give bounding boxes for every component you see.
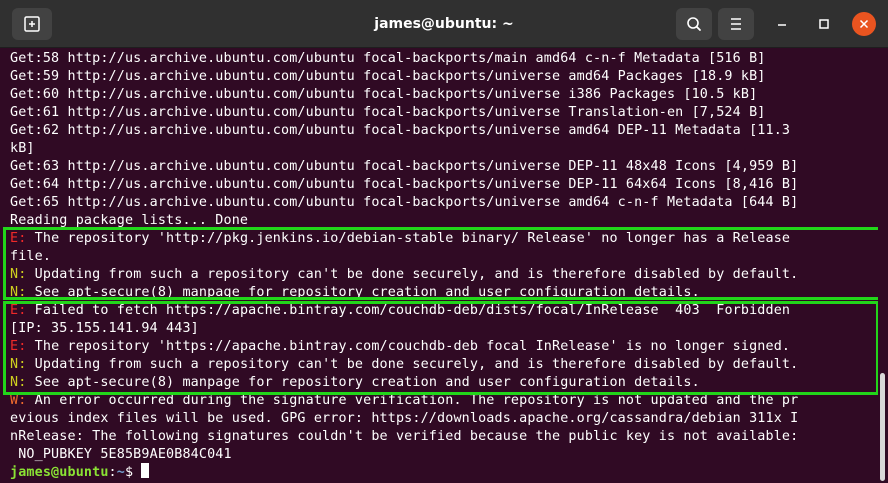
scrollbar-thumb[interactable] <box>880 373 885 481</box>
terminal-line: Get:58 http://us.archive.ubuntu.com/ubun… <box>10 50 766 68</box>
highlight-box-jenkins <box>3 227 878 300</box>
line-text: kB] <box>10 141 35 156</box>
new-tab-button[interactable] <box>12 8 52 40</box>
line-text: Get:62 http://us.archive.ubuntu.com/ubun… <box>10 123 791 138</box>
minimize-icon <box>778 24 786 26</box>
hamburger-menu-icon <box>731 18 741 30</box>
terminal-output[interactable]: Get:58 http://us.archive.ubuntu.com/ubun… <box>0 48 878 483</box>
search-button[interactable] <box>676 8 712 40</box>
terminal-line: Get:62 http://us.archive.ubuntu.com/ubun… <box>10 122 790 140</box>
prompt-symbol: $ <box>124 465 142 480</box>
window-title: james@ubuntu: ~ <box>374 16 514 32</box>
close-button[interactable] <box>852 12 876 36</box>
scrollbar[interactable] <box>878 48 888 483</box>
terminal-line: Get:64 http://us.archive.ubuntu.com/ubun… <box>10 176 798 194</box>
text-cursor <box>141 463 150 478</box>
line-text: NO_PUBKEY 5E85B9AE0B84C041 <box>10 447 232 462</box>
line-text: An error occurred during the signature v… <box>26 393 799 408</box>
prompt-path: ~ <box>116 465 125 480</box>
terminal-line: Get:60 http://us.archive.ubuntu.com/ubun… <box>10 86 757 104</box>
prompt-separator: : <box>108 465 117 480</box>
menu-button[interactable] <box>718 8 754 40</box>
line-text: Get:63 http://us.archive.ubuntu.com/ubun… <box>10 159 799 174</box>
terminal-line: kB] <box>10 140 35 158</box>
line-text: nRelease: The following signatures could… <box>10 429 799 444</box>
line-text: Get:64 http://us.archive.ubuntu.com/ubun… <box>10 177 799 192</box>
maximize-icon <box>819 19 829 29</box>
line-text: Get:58 http://us.archive.ubuntu.com/ubun… <box>10 51 766 66</box>
line-text: evious index files will be used. GPG err… <box>10 411 799 426</box>
new-tab-icon <box>24 16 40 32</box>
line-text: Reading package lists... Done <box>10 213 249 228</box>
close-icon <box>859 19 869 29</box>
terminal-line: Get:63 http://us.archive.ubuntu.com/ubun… <box>10 158 798 176</box>
line-text: Get:60 http://us.archive.ubuntu.com/ubun… <box>10 87 758 102</box>
terminal-line: evious index files will be used. GPG err… <box>10 410 798 428</box>
message-prefix: W: <box>10 393 27 408</box>
title-bar: james@ubuntu: ~ <box>0 0 888 48</box>
shell-prompt[interactable]: james@ubuntu:~$ <box>10 463 150 481</box>
highlight-box-couchdb <box>3 301 878 395</box>
search-icon <box>687 17 701 31</box>
line-text: Get:61 http://us.archive.ubuntu.com/ubun… <box>10 105 766 120</box>
maximize-button[interactable] <box>812 12 836 36</box>
line-text: Get:59 http://us.archive.ubuntu.com/ubun… <box>10 69 766 84</box>
terminal-line: Get:61 http://us.archive.ubuntu.com/ubun… <box>10 104 766 122</box>
terminal-line: Get:59 http://us.archive.ubuntu.com/ubun… <box>10 68 766 86</box>
terminal-window: james@ubuntu: ~ Get:58 http://us.archive… <box>0 0 888 483</box>
terminal-line: nRelease: The following signatures could… <box>10 428 798 446</box>
prompt-user: james@ubuntu <box>10 465 109 480</box>
line-text: Get:65 http://us.archive.ubuntu.com/ubun… <box>10 195 799 210</box>
minimize-button[interactable] <box>770 12 794 36</box>
terminal-line: NO_PUBKEY 5E85B9AE0B84C041 <box>10 446 232 464</box>
terminal-line: Get:65 http://us.archive.ubuntu.com/ubun… <box>10 194 798 212</box>
